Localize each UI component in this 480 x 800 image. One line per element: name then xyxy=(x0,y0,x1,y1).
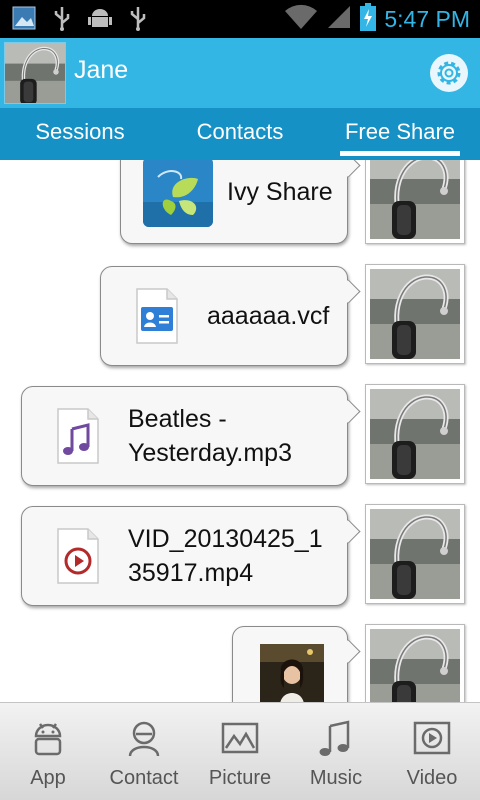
nav-picture[interactable]: Picture xyxy=(192,703,288,800)
message-text: Ivy Share xyxy=(227,178,333,206)
user-avatar[interactable] xyxy=(4,42,66,104)
nav-video[interactable]: Video xyxy=(384,703,480,800)
sender-avatar[interactable] xyxy=(365,264,465,364)
message-text-line-2: 35917.mp4 xyxy=(128,559,254,587)
usb-icon xyxy=(48,4,76,32)
message-bubble-file[interactable]: Beatles - Yesterday.mp3 xyxy=(21,386,348,486)
contact-card-file-icon xyxy=(135,287,179,345)
app-header: Jane xyxy=(0,38,480,108)
nav-label: Contact xyxy=(109,767,179,789)
message-bubble-file[interactable]: VID_20130425_1 35917.mp4 xyxy=(21,506,348,606)
message-bubble-picture[interactable] xyxy=(232,626,348,702)
battery-charging-icon xyxy=(360,3,377,35)
gear-icon xyxy=(437,61,461,85)
nav-label: App xyxy=(30,767,66,789)
ivy-share-app-icon xyxy=(143,160,213,227)
username: Jane xyxy=(74,56,129,84)
bottom-nav: App Contact Picture Music Video xyxy=(0,702,480,800)
settings-button[interactable] xyxy=(430,54,468,92)
music-note-icon xyxy=(316,717,356,759)
status-bar: 5:47 PM xyxy=(0,0,480,38)
message-list[interactable]: Ivy Share aaaaaa.vcf Beatles - Yesterday… xyxy=(0,160,480,702)
nav-music[interactable]: Music xyxy=(288,703,384,800)
message-bubble-file[interactable]: aaaaaa.vcf xyxy=(100,266,348,366)
gallery-notification-icon xyxy=(10,4,38,32)
usb-icon xyxy=(124,4,152,32)
wifi-icon xyxy=(284,4,318,34)
sender-avatar[interactable] xyxy=(365,384,465,484)
tab-contacts[interactable]: Contacts xyxy=(160,108,320,160)
message-text-line-2: Yesterday.mp3 xyxy=(128,439,292,467)
sender-avatar[interactable] xyxy=(365,504,465,604)
message-bubble-app[interactable]: Ivy Share xyxy=(120,160,348,244)
message-text-line-1: VID_20130425_1 xyxy=(128,525,323,553)
sender-avatar[interactable] xyxy=(365,624,465,702)
nav-app[interactable]: App xyxy=(0,703,96,800)
tab-free-share[interactable]: Free Share xyxy=(320,108,480,160)
sender-avatar[interactable] xyxy=(365,160,465,244)
photo-thumbnail xyxy=(260,644,324,702)
message-text: aaaaaa.vcf xyxy=(207,302,330,330)
nav-contact[interactable]: Contact xyxy=(96,703,192,800)
message-text-line-1: Beatles - xyxy=(128,405,227,433)
video-file-icon xyxy=(56,527,100,585)
tab-bar: Sessions Contacts Free Share xyxy=(0,108,480,160)
music-file-icon xyxy=(56,407,100,465)
tab-sessions[interactable]: Sessions xyxy=(0,108,160,160)
clock-time: 5:47 PM xyxy=(384,5,470,32)
android-debug-icon xyxy=(86,4,114,32)
video-play-icon xyxy=(412,717,452,759)
contact-icon xyxy=(124,717,164,759)
android-icon xyxy=(28,717,68,759)
nav-label: Video xyxy=(406,767,458,789)
nav-label: Music xyxy=(309,767,363,789)
nav-label: Picture xyxy=(208,767,272,789)
picture-icon xyxy=(220,717,260,759)
signal-icon xyxy=(326,4,352,34)
